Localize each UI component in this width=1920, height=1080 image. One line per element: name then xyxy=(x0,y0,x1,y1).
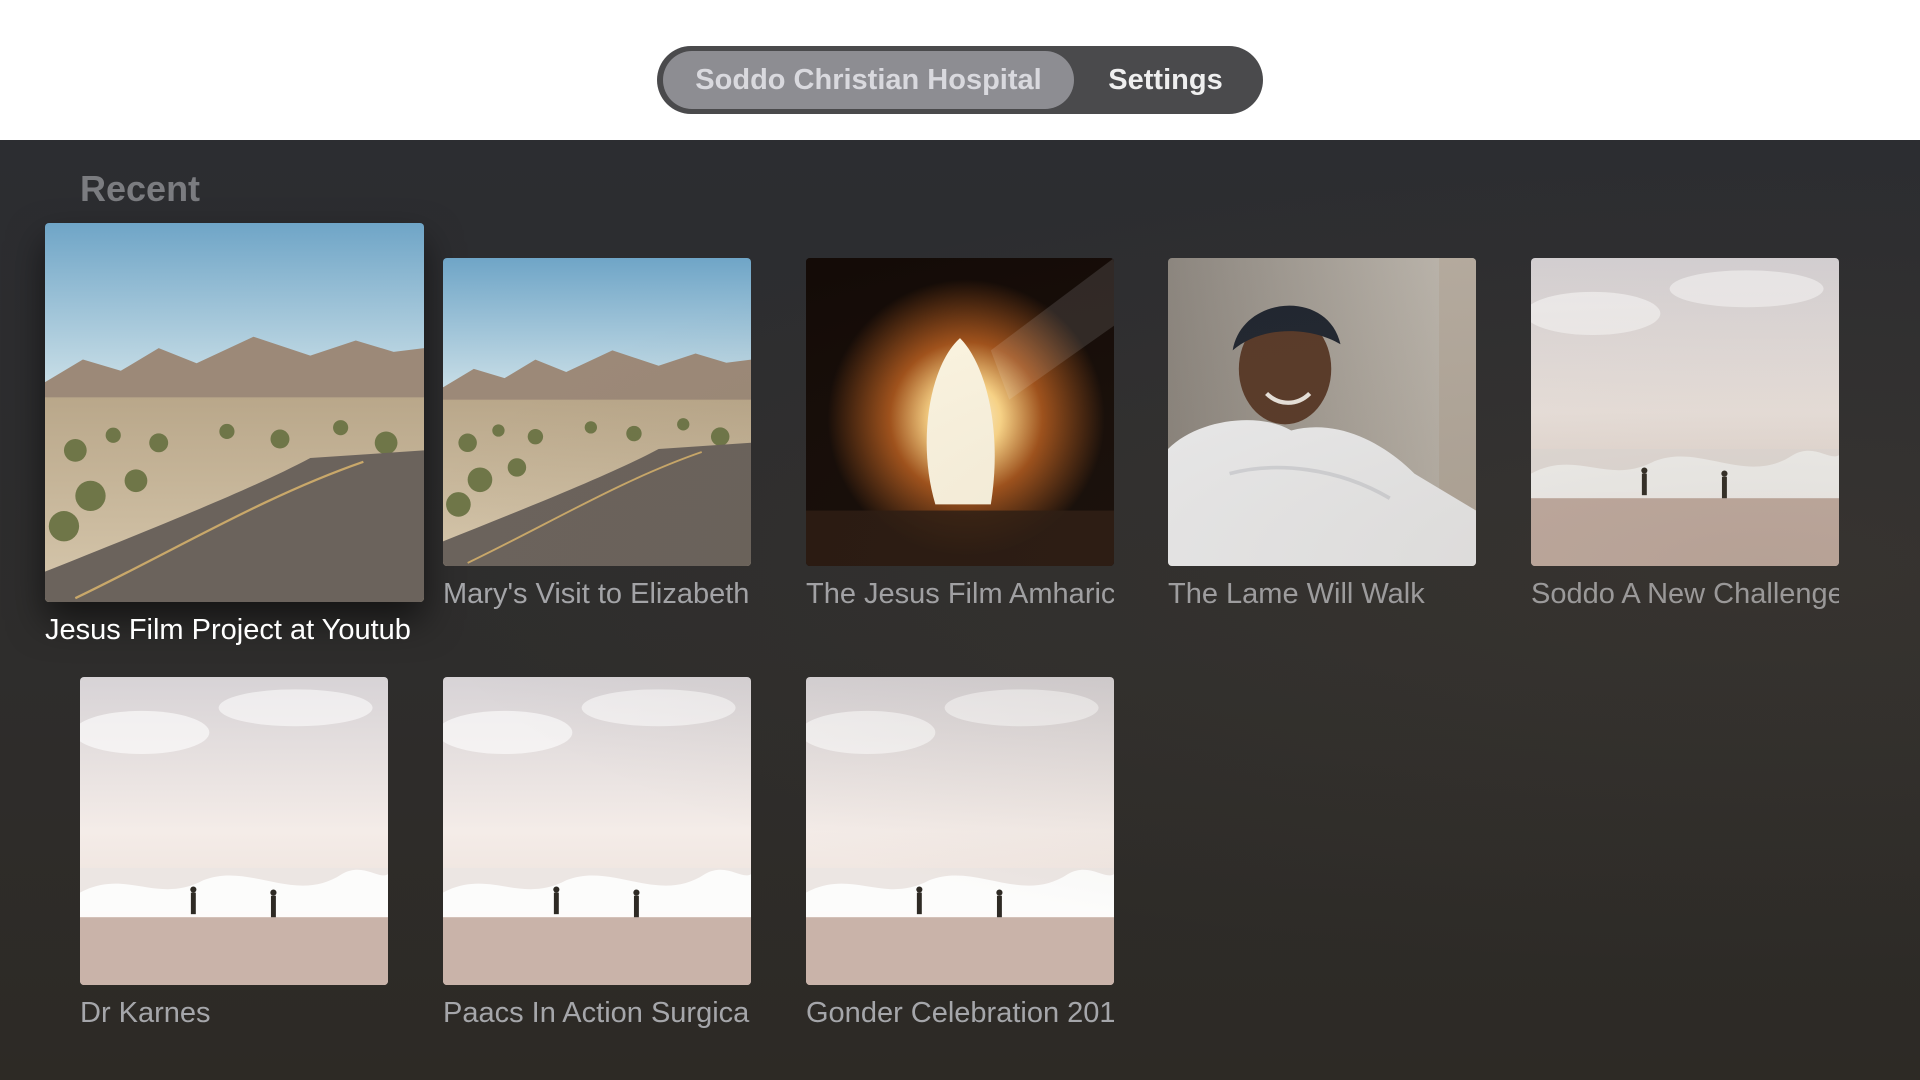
section-title-recent: Recent xyxy=(80,168,201,209)
segmented-control: Soddo Christian Hospital Settings xyxy=(657,46,1263,114)
thumbnail-beach-runners xyxy=(443,677,751,985)
video-title: Paacs In Action Surgical xyxy=(443,997,751,1029)
content-area: Recent Jesus Film Project at Youtub Mary… xyxy=(0,140,1920,1080)
video-thumbnail[interactable] xyxy=(45,223,424,602)
thumbnail-desert-road xyxy=(443,258,751,566)
video-title: The Lame Will Walk xyxy=(1168,578,1425,610)
video-title: Mary's Visit to Elizabeth xyxy=(443,578,750,610)
video-title: The Jesus Film Amharic xyxy=(806,578,1114,610)
thumbnail-beach-runners xyxy=(1531,258,1839,566)
video-tile[interactable]: Dr Karnes xyxy=(80,677,388,1045)
video-thumbnail[interactable] xyxy=(1531,258,1839,566)
thumbnail-desert-road xyxy=(45,223,424,602)
tab-soddo-christian-hospital[interactable]: Soddo Christian Hospital xyxy=(663,51,1074,109)
video-thumbnail[interactable] xyxy=(1168,258,1476,566)
video-title: Jesus Film Project at Youtub xyxy=(45,614,411,646)
video-tile[interactable]: Jesus Film Project at Youtub xyxy=(45,223,424,662)
top-bar: Soddo Christian Hospital Settings xyxy=(0,0,1920,140)
video-tile[interactable]: The Jesus Film Amharic xyxy=(806,258,1114,626)
thumbnail-beach-runners xyxy=(80,677,388,985)
video-tile[interactable]: Gonder Celebration 2013 xyxy=(806,677,1114,1045)
video-tile[interactable]: The Lame Will Walk xyxy=(1168,258,1476,626)
video-tile[interactable]: Paacs In Action Surgical xyxy=(443,677,751,1045)
tab-settings[interactable]: Settings xyxy=(1074,51,1257,109)
video-thumbnail[interactable] xyxy=(443,258,751,566)
video-thumbnail[interactable] xyxy=(806,258,1114,566)
video-tile[interactable]: Soddo A New Challenge xyxy=(1531,258,1839,626)
video-thumbnail[interactable] xyxy=(806,677,1114,985)
video-title: Gonder Celebration 2013 xyxy=(806,997,1114,1029)
thumbnail-woman-portrait xyxy=(1168,258,1476,566)
video-thumbnail[interactable] xyxy=(443,677,751,985)
video-title: Soddo A New Challenge xyxy=(1531,578,1839,610)
video-thumbnail[interactable] xyxy=(80,677,388,985)
video-tile[interactable]: Mary's Visit to Elizabeth xyxy=(443,258,751,626)
video-title: Dr Karnes xyxy=(80,997,211,1029)
thumbnail-cave-light xyxy=(806,258,1114,566)
thumbnail-beach-runners xyxy=(806,677,1114,985)
